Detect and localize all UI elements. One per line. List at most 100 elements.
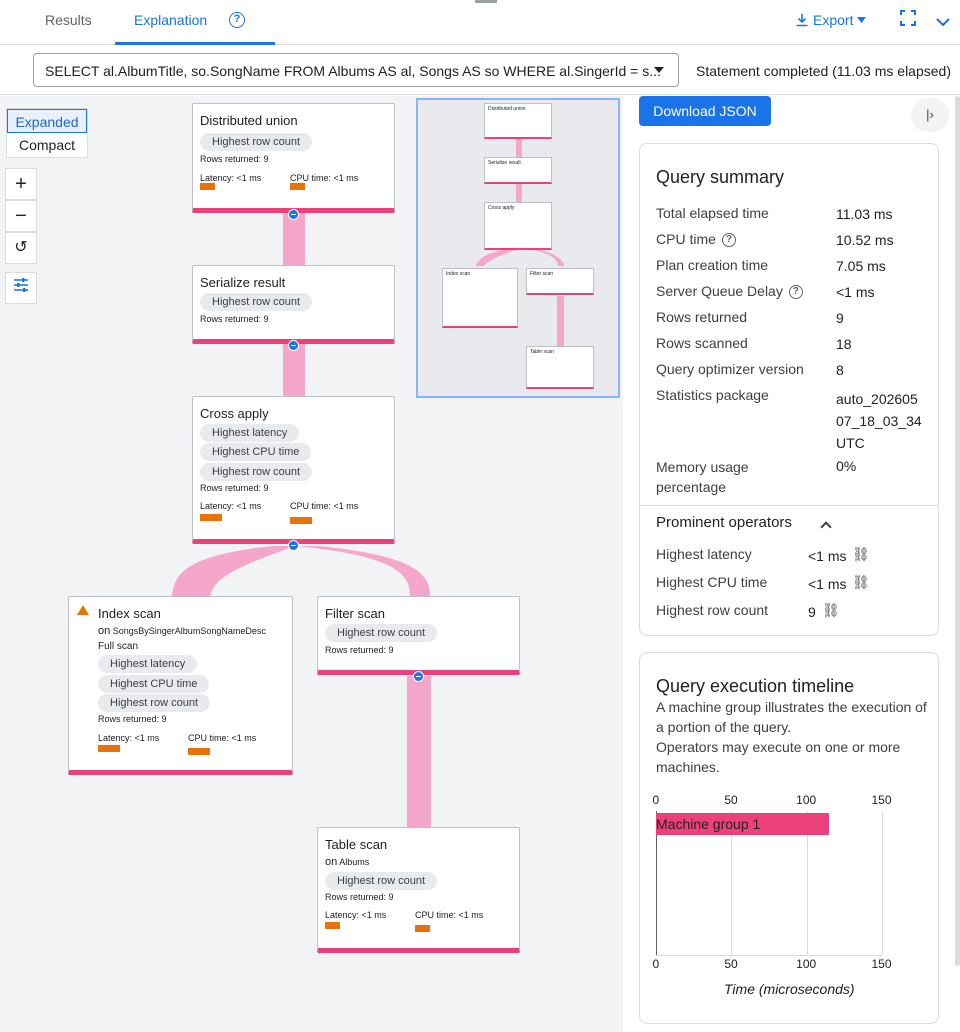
minimap-node: Filter scan [526,268,594,295]
x-tick-top: 0 [652,793,660,807]
collapse-icon[interactable] [288,340,299,351]
edge-union-serialize [283,213,305,267]
view-expanded[interactable]: Expanded [7,109,87,133]
chip-highest-row-count: Highest row count [98,694,211,712]
details-panel: Download JSON |› Query summary Total ela… [623,96,960,1032]
help-icon[interactable]: ? [721,233,736,248]
summary-label: Query optimizer version [656,361,804,377]
minimap-node: Distributed union [484,103,552,139]
node-table-scan[interactable]: Table scan on Albums Highest row count R… [317,827,520,953]
caret-down-icon [654,67,664,73]
node-serialize-result[interactable]: Serialize result Highest row count Rows … [192,265,395,344]
chevron-down-icon[interactable] [936,14,950,32]
node-index-scan[interactable]: Index scan on SongsBySingerAlbumSongName… [68,596,293,775]
summary-value: 8 [836,362,844,378]
cpu-label: CPU time: <1 ms [290,501,359,511]
help-icon[interactable]: ? [229,12,245,28]
rows-returned: Rows returned: 9 [325,892,394,902]
view-compact[interactable]: Compact [7,133,87,157]
node-target: on Albums [325,856,370,868]
prominent-value: <1 ms [808,576,847,592]
collapse-icon[interactable] [288,540,299,551]
edge-filter-table [407,676,431,829]
latency-bar [200,514,222,521]
cpu-bar [188,748,210,755]
summary-label: Plan creation time [656,257,769,273]
node-title: Distributed union [200,113,298,128]
view-mode-toggle: Expanded Compact [6,108,88,158]
summary-label: Server Queue Delay? [656,283,803,300]
summary-value: 7.05 ms [836,258,886,274]
minimap-node: Cross apply [484,202,552,250]
summary-label: Total elapsed time [656,205,769,221]
rows-returned: Rows returned: 9 [200,483,269,493]
fullscreen-icon[interactable] [900,10,916,31]
plan-canvas[interactable]: Expanded Compact + − ↺ Distributed union… [0,96,623,1032]
minimap-node: Serialize result [484,157,552,184]
statement-status: Statement completed (11.03 ms elapsed) [696,63,951,79]
summary-label: Rows returned [656,309,748,325]
node-title: Table scan [325,837,388,852]
cpu-label: CPU time: <1 ms [415,910,484,920]
query-bar: SELECT al.AlbumTitle, so.SongName FROM A… [0,46,960,95]
export-label: Export [813,12,854,28]
chip-highest-row-count: Highest row count [325,624,438,642]
scrollbar[interactable] [955,96,960,966]
help-icon[interactable]: ? [788,285,803,300]
chevron-up-icon[interactable] [820,521,832,533]
latency-label: Latency: <1 ms [200,173,262,183]
divider [640,505,938,506]
rows-returned: Rows returned: 9 [200,314,269,324]
summary-label: Rows scanned [656,335,748,351]
edge-serialize-cross [283,344,305,398]
x-tick-top: 100 [796,793,817,807]
download-icon [796,14,808,27]
node-cross-apply[interactable]: Cross apply Highest latency Highest CPU … [192,396,395,544]
node-distributed-union[interactable]: Distributed union Highest row count Rows… [192,103,395,213]
summary-value: <1 ms [836,284,875,300]
collapse-icon[interactable] [413,671,424,682]
latency-bar [200,183,215,190]
summary-label: CPU time? [656,231,736,248]
cpu-bar [290,517,312,524]
summary-title: Query summary [656,167,785,187]
edge-cross-index [172,546,295,596]
reset-zoom-button[interactable]: ↺ [5,232,37,264]
chip-highest-latency: Highest latency [98,655,198,673]
memory-usage-label: Memory usage percentage [656,459,749,495]
node-title: Cross apply [200,406,269,421]
tab-explanation[interactable]: Explanation [134,12,207,28]
tab-results[interactable]: Results [45,12,92,28]
cpu-label: CPU time: <1 ms [290,173,359,183]
zoom-out-button[interactable]: − [5,200,37,232]
prominent-operators-title: Prominent operators [656,514,792,531]
node-filter-scan[interactable]: Filter scan Highest row count Rows retur… [317,596,520,675]
x-tick-top: 50 [724,793,738,807]
chip-highest-cpu-time: Highest CPU time [98,675,210,693]
link-icon[interactable]: ⛓ [822,602,840,619]
export-button[interactable]: Export [795,12,867,28]
summary-value: 9 [836,310,844,326]
collapse-icon[interactable] [288,209,299,220]
x-tick-bottom: 0 [652,957,660,971]
scan-type: Full scan [98,641,139,652]
prominent-label: Highest latency [656,546,752,562]
tune-icon[interactable] [5,272,37,304]
statistics-package-value: auto_202605 07_18_03_34 UTC [836,391,922,451]
chip-highest-latency: Highest latency [200,424,300,442]
rows-returned: Rows returned: 9 [325,645,394,655]
prominent-value: 9 [808,604,816,620]
summary-value: 11.03 ms [836,206,893,222]
link-icon[interactable]: ⛓ [852,546,870,563]
rows-returned: Rows returned: 9 [200,154,269,164]
plan-minimap[interactable]: Distributed union Serialize result Cross… [416,98,620,398]
link-icon[interactable]: ⛓ [852,574,870,591]
query-select[interactable]: SELECT al.AlbumTitle, so.SongName FROM A… [33,53,679,87]
collapse-panel-icon[interactable]: |› [911,98,949,132]
zoom-in-button[interactable]: + [5,168,37,200]
drag-handle[interactable] [475,0,497,3]
chip-highest-row-count: Highest row count [200,133,313,151]
summary-label: Statistics package [656,387,769,403]
download-json-button[interactable]: Download JSON [639,96,771,126]
grid-line [882,811,883,955]
